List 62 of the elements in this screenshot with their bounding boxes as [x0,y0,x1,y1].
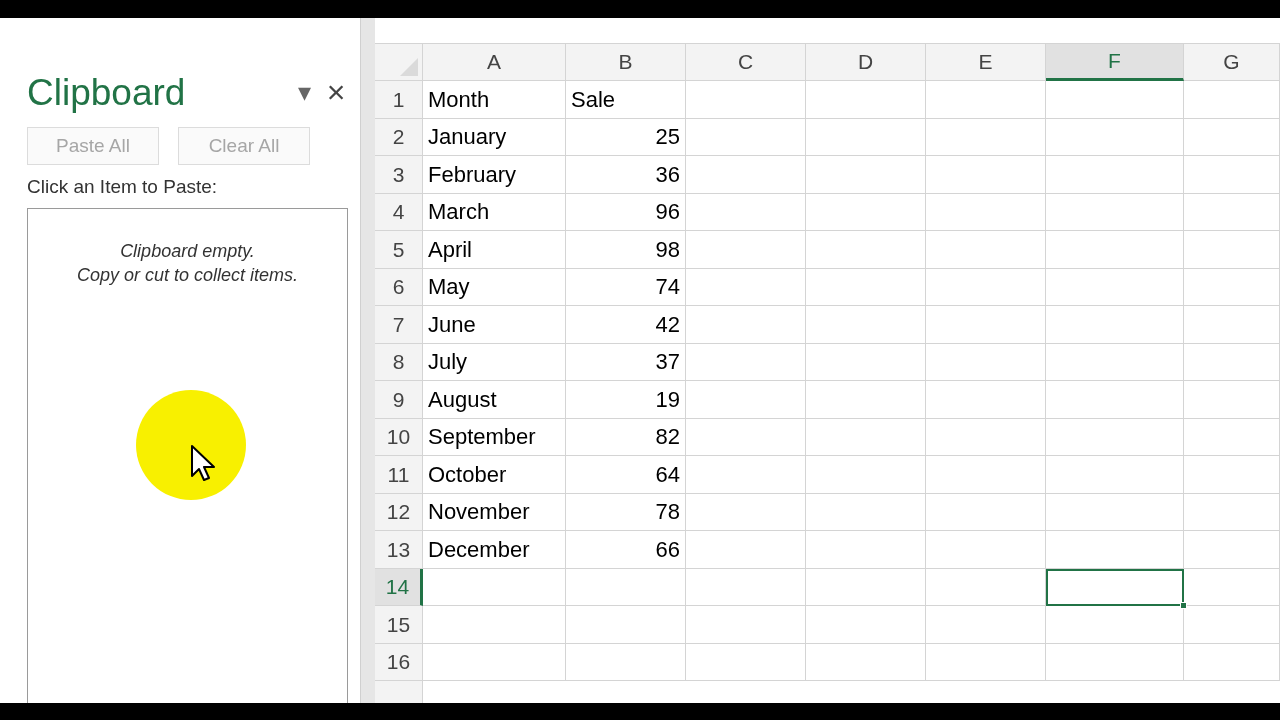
table-cell: 74 [566,268,686,306]
table-cell: June [423,306,566,344]
table-cell: April [423,231,566,269]
column-header[interactable]: G [1184,44,1280,81]
table-cell: 19 [566,381,686,419]
row-header[interactable]: 16 [375,643,423,681]
row-header[interactable]: 7 [375,306,423,344]
row-header[interactable]: 5 [375,231,423,269]
table-cell: May [423,268,566,306]
empty-message: Clipboard empty. [120,239,255,263]
row-header[interactable]: 11 [375,456,423,494]
table-cell: Month [423,81,566,119]
table-cell: 25 [566,118,686,156]
column-header[interactable]: A [423,44,566,81]
table-cell: 82 [566,418,686,456]
table-cell: 98 [566,231,686,269]
table-cell: Sale [566,81,686,119]
row-header[interactable]: 3 [375,156,423,194]
corner-triangle-icon [400,58,418,76]
column-header[interactable]: E [926,44,1046,81]
row-header[interactable]: 8 [375,343,423,381]
table-cell: November [423,493,566,531]
column-header[interactable]: C [686,44,806,81]
column-header[interactable]: B [566,44,686,81]
row-header[interactable]: 10 [375,418,423,456]
empty-message: Copy or cut to collect items. [76,263,299,287]
table-cell: July [423,343,566,381]
row-header[interactable]: 12 [375,493,423,531]
row-header[interactable]: 15 [375,606,423,644]
table-cell: February [423,156,566,194]
row-header[interactable] [375,681,423,703]
row-header[interactable]: 14 [375,568,423,606]
table-cell: 78 [566,493,686,531]
column-header[interactable]: D [806,44,926,81]
row-header[interactable]: 6 [375,268,423,306]
cursor-highlight-icon [136,390,246,500]
table-cell: December [423,531,566,569]
pane-splitter[interactable] [360,18,375,703]
table-cell: 37 [566,343,686,381]
row-header[interactable]: 1 [375,81,423,119]
close-button[interactable]: × [324,76,348,108]
table-cell: 96 [566,193,686,231]
pane-title: Clipboard [27,73,186,111]
active-cell[interactable] [1046,568,1184,606]
table-cell: January [423,118,566,156]
table-cell: 42 [566,306,686,344]
select-all-corner[interactable] [375,44,423,81]
table-cell: September [423,418,566,456]
row-header[interactable]: 13 [375,531,423,569]
table-cell: 36 [566,156,686,194]
column-header[interactable]: F [1046,44,1184,81]
row-header[interactable]: 2 [375,118,423,156]
row-header[interactable]: 9 [375,381,423,419]
table-cell: 64 [566,456,686,494]
table-cell: March [423,193,566,231]
table-cell: 66 [566,531,686,569]
table-cell: August [423,381,566,419]
table-cell: October [423,456,566,494]
pane-options-button[interactable]: ▾ [292,79,316,105]
row-header[interactable]: 4 [375,193,423,231]
mouse-pointer-icon [190,444,216,482]
paste-instruction: Click an Item to Paste: [27,175,219,199]
